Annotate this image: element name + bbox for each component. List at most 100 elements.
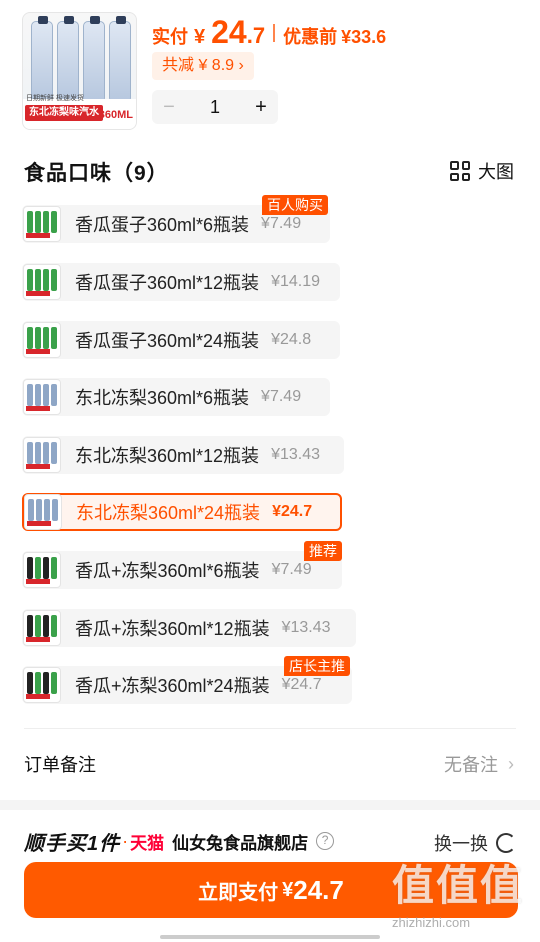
price-divider bbox=[273, 23, 276, 42]
bottle-image bbox=[43, 211, 49, 233]
section-separator bbox=[0, 800, 540, 810]
quantity-stepper: − 1 + bbox=[152, 90, 278, 124]
bottle-image bbox=[57, 16, 79, 101]
bottle-image bbox=[27, 557, 33, 579]
bottle-image bbox=[35, 557, 41, 579]
pay-label: 立即支付 bbox=[198, 881, 279, 904]
bottle-image bbox=[51, 615, 57, 637]
bottle-image bbox=[43, 327, 49, 349]
bottle-image bbox=[27, 672, 33, 694]
swap-button[interactable]: 换一换 bbox=[434, 830, 516, 856]
flavor-option-name: 东北冻梨360ml*12瓶装 bbox=[75, 446, 260, 466]
flavor-option-price: ¥13.43 bbox=[271, 446, 320, 463]
flavor-option[interactable]: 东北冻梨360ml*6瓶装 ¥7.49 bbox=[22, 378, 330, 416]
flavor-thumbnail bbox=[23, 379, 61, 415]
bottle-image bbox=[51, 384, 57, 406]
increase-button[interactable]: + bbox=[244, 90, 278, 124]
bottle-image bbox=[43, 672, 49, 694]
bottle-image bbox=[43, 615, 49, 637]
currency-symbol: ¥ bbox=[194, 26, 206, 48]
big-view-toggle[interactable]: 大图 bbox=[450, 158, 514, 184]
bottle-image bbox=[35, 211, 41, 233]
bottle-image bbox=[52, 499, 58, 521]
flavor-option[interactable]: 东北冻梨360ml*24瓶装 ¥24.7 bbox=[22, 493, 342, 531]
grid-icon bbox=[450, 161, 470, 181]
bottle-image bbox=[51, 269, 57, 291]
bottle-image bbox=[27, 327, 33, 349]
bottle-image bbox=[43, 442, 49, 464]
shop-row: 顺手买1件 · 天猫 仙女兔食品旗舰店 ? bbox=[24, 826, 335, 856]
order-remark-label: 订单备注 bbox=[24, 755, 96, 775]
home-indicator[interactable] bbox=[160, 935, 380, 939]
bottle-image bbox=[35, 327, 41, 349]
flavor-option[interactable]: 香瓜蛋子360ml*24瓶装 ¥24.8 bbox=[22, 321, 340, 359]
option-badge: 店长主推 bbox=[284, 656, 350, 676]
separator-dot: · bbox=[122, 830, 129, 851]
shop-name[interactable]: 仙女兔食品旗舰店 bbox=[172, 829, 308, 854]
flavor-option-name: 香瓜+冻梨360ml*12瓶装 bbox=[75, 619, 270, 639]
original-price: ¥33.6 bbox=[341, 27, 387, 47]
swap-label: 换一换 bbox=[434, 834, 488, 854]
price-decimal: .7 bbox=[246, 23, 266, 48]
flavor-thumbnail bbox=[23, 437, 61, 473]
bottle-image bbox=[27, 442, 33, 464]
order-remark-value: 无备注 bbox=[444, 755, 498, 775]
flavor-option-price: ¥7.49 bbox=[261, 215, 302, 232]
flavor-option[interactable]: 香瓜蛋子360ml*12瓶装 ¥14.19 bbox=[22, 263, 340, 301]
bottle-image bbox=[51, 442, 57, 464]
flavor-option[interactable]: 香瓜+冻梨360ml*12瓶装 ¥13.43 bbox=[22, 609, 356, 647]
add-on-title: 顺手买1件 bbox=[24, 832, 121, 855]
order-remark-field[interactable]: 无备注 › bbox=[444, 751, 514, 777]
price-row: 实付 ¥ 24 .7 优惠前 ¥33.6 bbox=[152, 14, 386, 51]
option-badge: 百人购买 bbox=[262, 195, 328, 215]
flavor-option[interactable]: 东北冻梨360ml*12瓶装 ¥13.43 bbox=[22, 436, 344, 474]
flavor-thumbnail bbox=[23, 552, 61, 588]
flavor-option-name: 香瓜蛋子360ml*6瓶装 bbox=[75, 215, 250, 235]
flavor-section-title: 食品口味（9） bbox=[24, 162, 169, 185]
flavor-option-name: 香瓜蛋子360ml*24瓶装 bbox=[75, 331, 260, 351]
bottle-image bbox=[35, 384, 41, 406]
flavor-option[interactable]: 香瓜+冻梨360ml*6瓶装 ¥7.49 bbox=[22, 551, 342, 589]
decrease-button[interactable]: − bbox=[152, 90, 186, 124]
flavor-option-price: ¥24.7 bbox=[272, 503, 313, 520]
flavor-option-name: 香瓜+冻梨360ml*24瓶装 bbox=[75, 676, 270, 696]
flavor-option-price: ¥13.43 bbox=[281, 619, 331, 636]
bottle-image bbox=[27, 211, 33, 233]
chevron-right-icon: › bbox=[508, 753, 514, 774]
flavor-option-price: ¥7.49 bbox=[261, 388, 302, 405]
bottle-image bbox=[31, 16, 53, 101]
price-integer: 24 bbox=[211, 14, 247, 50]
product-header: 日期新鲜 极速发货 东北冻梨味汽水 360ML 实付 ¥ 24 .7 优惠前 ¥… bbox=[0, 0, 540, 140]
product-thumbnail[interactable]: 日期新鲜 极速发货 东北冻梨味汽水 360ML bbox=[22, 12, 137, 130]
flavor-option-name: 香瓜+冻梨360ml*6瓶装 bbox=[75, 561, 260, 581]
bottle-image bbox=[109, 16, 131, 101]
flavor-option-name: 香瓜蛋子360ml*12瓶装 bbox=[75, 273, 260, 293]
bottle-image bbox=[51, 672, 57, 694]
pay-now-button[interactable]: 立即支付 ¥ 24.7 bbox=[24, 862, 518, 918]
tmall-logo: 天猫 bbox=[130, 833, 165, 853]
bottle-image bbox=[36, 499, 42, 521]
bottle-image bbox=[43, 269, 49, 291]
bottle-image bbox=[43, 557, 49, 579]
price-label: 实付 bbox=[152, 27, 188, 47]
bottle-image bbox=[51, 557, 57, 579]
quantity-value[interactable]: 1 bbox=[186, 97, 244, 118]
bottle-image bbox=[27, 384, 33, 406]
flavor-thumbnail bbox=[23, 667, 61, 703]
discount-detail-button[interactable]: 共减 ¥ 8.9 › bbox=[152, 52, 254, 80]
flavor-thumbnail bbox=[23, 322, 61, 358]
bottle-image bbox=[35, 672, 41, 694]
bottle-image bbox=[51, 211, 57, 233]
flavor-option-price: ¥24.7 bbox=[281, 676, 322, 693]
bottle-image bbox=[28, 499, 34, 521]
pay-amount: 24.7 bbox=[293, 874, 344, 905]
flavor-thumbnail bbox=[23, 206, 61, 242]
flavor-thumbnail bbox=[24, 494, 62, 530]
option-badge: 推荐 bbox=[304, 541, 342, 561]
bottle-image bbox=[35, 615, 41, 637]
help-icon[interactable]: ? bbox=[316, 832, 335, 850]
flavor-thumbnail bbox=[23, 610, 61, 646]
refresh-icon bbox=[496, 833, 516, 853]
thumb-tagline: 日期新鲜 极速发货 bbox=[26, 95, 84, 102]
thumb-brand-text: 东北冻梨味汽水 bbox=[25, 105, 103, 121]
